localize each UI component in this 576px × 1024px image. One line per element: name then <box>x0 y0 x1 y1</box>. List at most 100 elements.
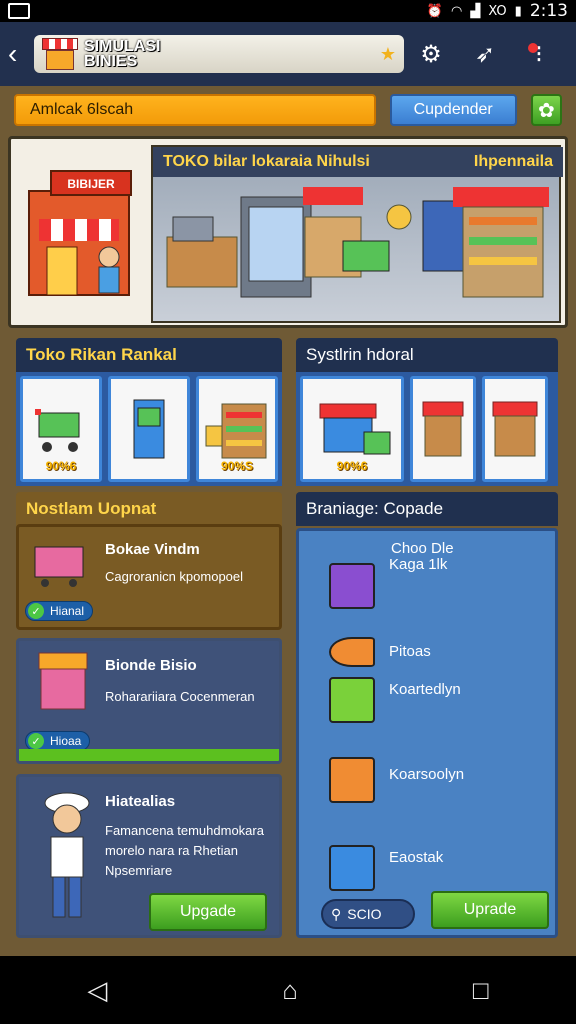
upgrade-top-button[interactable]: Cupdender <box>389 94 517 126</box>
status-bar: ⏰ ◠ ▟ XO ▮ 2:13 <box>0 0 576 22</box>
settings-gear-button[interactable]: ✿ <box>530 94 563 126</box>
store-scene-art <box>166 187 549 298</box>
box-icon <box>329 563 375 609</box>
shopkeeper-icon <box>44 792 90 918</box>
top-bar: ‹ SIMULASI BINIES ★ ⚙ ➶ ⁝ <box>0 22 576 86</box>
clock: 2:13 <box>529 1 568 21</box>
tile-price: 90%6 <box>45 459 77 473</box>
star-icon[interactable]: ★ <box>380 44 396 65</box>
menu-dots-icon[interactable]: ⁝ <box>520 35 558 73</box>
status-icons: ⏰ ◠ ▟ XO ▮ 2:13 <box>427 1 568 21</box>
cart-tile[interactable]: 90%6 <box>20 376 102 482</box>
blue-box-icon <box>329 845 375 891</box>
tile-price: 90%S <box>220 459 254 473</box>
card-title: Hiatealias <box>105 793 176 810</box>
signal-icon: ▟ <box>470 3 481 19</box>
hero-banner: BIBIJER TOKO bilar lokaraia Nihulsi Ihpe… <box>8 136 568 328</box>
leaf-icon[interactable]: ➶ <box>466 35 504 73</box>
check-icon: ✓ <box>28 603 44 619</box>
booth-icon <box>422 401 464 457</box>
list-item-label: Eaostak <box>389 849 444 866</box>
list-item-label: Koartedlyn <box>389 681 461 698</box>
upgrade-button[interactable]: Uprade <box>431 891 549 929</box>
list-item[interactable]: Kaga 1lk <box>329 556 447 609</box>
green-box-icon <box>329 677 375 723</box>
right-tiles-header: Systlrin hdoral <box>296 338 558 372</box>
card-desc-3: Npsemriare <box>105 863 173 878</box>
status-pill: ✓ Hioaa <box>25 731 91 751</box>
list-item-label: Pitoas <box>389 643 431 660</box>
card-desc-2: morelo nara ra Rhetian <box>105 843 238 858</box>
search-icon: ⚲ <box>331 905 342 922</box>
store-illustration: BIBIJER <box>28 170 132 296</box>
search-input[interactable]: Amlcak 6lscah <box>14 94 376 126</box>
card-title: Bionde Bisio <box>105 657 197 674</box>
check-icon: ✓ <box>28 733 44 749</box>
pill-label: Hioaa <box>50 734 82 748</box>
hero-title: TOKO bilar lokaraia Nihulsi <box>163 153 370 170</box>
left-tiles: 90%6 90%S <box>16 372 282 486</box>
android-nav-bar: ◁ ⌂ □ <box>0 956 576 1024</box>
stall-icon <box>319 403 391 455</box>
upgrade-card[interactable]: Hiatealias Famancena temuhdmokara morelo… <box>16 774 282 938</box>
list-item[interactable]: Eaostak <box>329 845 443 891</box>
search-pill[interactable]: ⚲ SCIO <box>321 899 415 929</box>
list-item[interactable]: Koartedlyn <box>329 677 461 723</box>
list-item[interactable]: Pitoas <box>329 637 431 667</box>
counter-icon <box>492 401 538 457</box>
home-nav-icon[interactable]: ⌂ <box>282 975 298 1006</box>
status-pill: ✓ Hianal <box>25 601 94 621</box>
notification-dot <box>528 43 538 53</box>
list-item-label: Kaga 1lk <box>389 556 448 573</box>
list-item[interactable]: Koarsoolyn <box>329 757 464 803</box>
progress-bar <box>19 749 279 761</box>
orange-box-icon <box>329 757 375 803</box>
arcade-machine-icon <box>133 399 165 459</box>
app-title-line2: BINIES <box>84 53 138 70</box>
shelf-icon <box>205 403 267 459</box>
shop-icon <box>38 652 88 710</box>
cart-icon <box>34 546 84 587</box>
left-tiles-header: Toko Rikan Rankal <box>16 338 282 372</box>
card-desc: Cagroranicn kpomopoel <box>105 569 244 584</box>
horn-icon <box>329 637 375 667</box>
shopping-cart-icon <box>35 409 80 452</box>
title-field[interactable]: SIMULASI BINIES ★ <box>34 35 404 73</box>
store-logo-icon <box>42 38 78 70</box>
counter-tile[interactable] <box>482 376 548 482</box>
top-controls: Amlcak 6lscah Cupdender ✿ <box>14 94 563 126</box>
stall-tile[interactable]: 90%6 <box>300 376 404 482</box>
right-panel-header: Braniage: Copade <box>296 492 558 526</box>
wifi-icon: ◠ <box>451 3 463 19</box>
right-tiles: 90%6 <box>296 372 558 486</box>
arcade-tile[interactable] <box>108 376 190 482</box>
card-desc-1: Famancena temuhdmokara <box>105 823 264 838</box>
card-section-header: Nostlam Uopnat <box>16 492 282 526</box>
back-nav-icon[interactable]: ◁ <box>87 975 107 1006</box>
pill-label: Hianal <box>50 604 85 618</box>
main-content: Amlcak 6lscah Cupdender ✿ BIBIJER TOKO b… <box>0 86 576 956</box>
upgrade-list: Choo Dle Kaga 1lk Pitoas Koartedlyn Koar… <box>296 528 558 938</box>
hero-title-bar: TOKO bilar lokaraia Nihulsi Ihpennaila <box>153 147 563 177</box>
shelf-tile[interactable]: 90%S <box>196 376 278 482</box>
gear-icon[interactable]: ⚙ <box>412 35 450 73</box>
battery-icon: ▮ <box>514 3 522 19</box>
upgrade-card[interactable]: Bokae Vindm Cagroranicn kpomopoel ✓ Hiana… <box>16 524 282 630</box>
app-title: SIMULASI BINIES <box>84 38 161 70</box>
network-label: XO <box>488 3 507 19</box>
back-arrow-icon[interactable]: ‹ <box>8 40 26 68</box>
tile-price: 90%6 <box>336 459 368 473</box>
upgrade-card[interactable]: Bionde Bisio Roharariiara Cocenmeran ✓ Hi… <box>16 638 282 764</box>
recents-nav-icon[interactable]: □ <box>473 975 489 1006</box>
card-title: Bokae Vindm <box>105 541 200 558</box>
store-sign: BIBIJER <box>67 177 115 191</box>
alarm-icon: ⏰ <box>426 3 443 19</box>
upgrade-button[interactable]: Upgade <box>149 893 267 931</box>
search-pill-label: SCIO <box>347 906 382 922</box>
app-title-line1: SIMULASI <box>84 38 161 55</box>
hero-subtitle: Ihpennaila <box>473 153 553 170</box>
store-interior-scene: TOKO bilar lokaraia Nihulsi Ihpennaila <box>151 145 563 323</box>
notification-icon <box>8 3 30 19</box>
booth-tile[interactable] <box>410 376 476 482</box>
list-item-label: Koarsoolyn <box>389 766 465 783</box>
